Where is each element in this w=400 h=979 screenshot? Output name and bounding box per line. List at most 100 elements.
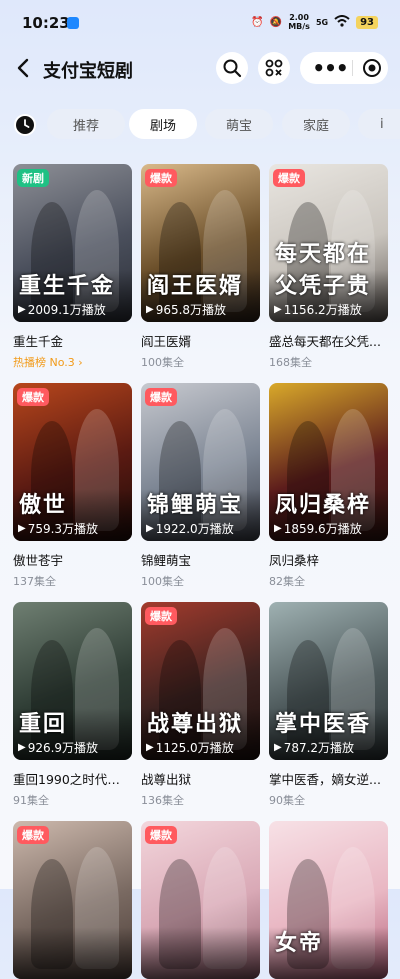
- history-button[interactable]: [14, 114, 36, 136]
- play-icon: ▶: [18, 523, 26, 534]
- drama-badge: 爆款: [145, 169, 177, 187]
- tab-family[interactable]: 家庭: [282, 109, 350, 139]
- more-dots-icon: •••: [312, 56, 348, 80]
- drama-card[interactable]: 阎王医婿 爆款 ▶ 965.8万播放 阎王医婿 100集全: [141, 164, 260, 370]
- episode-count: 91集全: [13, 792, 132, 808]
- search-icon: [223, 59, 242, 78]
- drama-poster[interactable]: 爆款: [141, 821, 260, 979]
- status-time: 10:23: [22, 14, 70, 32]
- drama-title: 凤归桑梓: [269, 553, 320, 568]
- play-icon: ▶: [146, 304, 154, 315]
- drama-poster[interactable]: 重回 ▶ 926.9万播放: [13, 602, 132, 760]
- speed-unit: MB/s: [288, 22, 310, 31]
- drama-title: 掌中医香，嫡女逆...: [269, 772, 381, 787]
- poster-title-art: 阎王医婿: [147, 274, 244, 299]
- play-icon: ▶: [146, 523, 154, 534]
- miniapp-capsule: •••: [300, 52, 388, 84]
- poster-title-art: 重生千金: [19, 274, 116, 299]
- drama-card[interactable]: 爆款: [141, 821, 260, 979]
- drama-card[interactable]: 凤归桑梓 ▶ 1859.6万播放 凤归桑梓 82集全: [269, 383, 388, 589]
- play-count: ▶ 2009.1万播放: [18, 301, 106, 318]
- play-count-text: 1125.0万播放: [155, 741, 234, 755]
- drama-poster[interactable]: 傲世 爆款 ▶ 759.3万播放: [13, 383, 132, 541]
- play-icon: ▶: [18, 742, 26, 753]
- hot-rank-label[interactable]: 热播榜 No.3 ›: [13, 354, 132, 370]
- sub-text: 136集全: [141, 794, 184, 807]
- category-tabs: 推荐 剧场 萌宝 家庭 i: [0, 108, 400, 142]
- drama-poster[interactable]: 爆款: [13, 821, 132, 979]
- play-icon: ▶: [274, 523, 282, 534]
- drama-title: 战尊出狱: [141, 772, 192, 787]
- drama-card[interactable]: 锦鲤萌宝 爆款 ▶ 1922.0万播放 锦鲤萌宝 100集全: [141, 383, 260, 589]
- drama-poster[interactable]: 凤归桑梓 ▶ 1859.6万播放: [269, 383, 388, 541]
- close-miniapp-button[interactable]: [358, 52, 386, 84]
- drama-poster[interactable]: 锦鲤萌宝 爆款 ▶ 1922.0万播放: [141, 383, 260, 541]
- page-title: 支付宝短剧: [43, 61, 133, 82]
- drama-badge: 爆款: [145, 388, 177, 406]
- drama-card[interactable]: 重生千金 新剧 ▶ 2009.1万播放 重生千金热播榜 No.3 ›: [13, 164, 132, 370]
- back-button[interactable]: [12, 56, 36, 80]
- play-count: ▶ 926.9万播放: [18, 739, 98, 756]
- play-count-text: 1922.0万播放: [155, 522, 234, 536]
- poster-title-art: 重回: [19, 712, 68, 737]
- sub-text: 137集全: [13, 575, 56, 588]
- more-button[interactable]: •••: [312, 52, 348, 84]
- status-bar: 10:23 ⏰ 🔕 2.00 MB/s 5G 93: [0, 0, 400, 44]
- drama-card[interactable]: 每天都在父凭子贵 爆款 ▶ 1156.2万播放 盛总每天都在父凭... 168集全: [269, 164, 388, 370]
- drama-card[interactable]: 女帝: [269, 821, 388, 979]
- speed-value: 2.00: [289, 13, 309, 22]
- scan-icon: [265, 59, 283, 77]
- status-icons: ⏰ 🔕 2.00 MB/s 5G 93: [251, 13, 378, 31]
- drama-poster[interactable]: 战尊出狱 爆款 ▶ 1125.0万播放: [141, 602, 260, 760]
- sub-text: 168集全: [269, 356, 312, 369]
- play-count-text: 965.8万播放: [155, 303, 227, 317]
- play-count: ▶ 1156.2万播放: [274, 301, 362, 318]
- drama-title: 重回1990之时代之王: [13, 772, 132, 787]
- play-icon: ▶: [146, 742, 154, 753]
- sub-text: 100集全: [141, 356, 184, 369]
- play-count-text: 926.9万播放: [27, 741, 99, 755]
- drama-card[interactable]: 重回 ▶ 926.9万播放重回1990之时代之王 91集全: [13, 602, 132, 808]
- tab-cute-baby[interactable]: 萌宝: [205, 109, 273, 139]
- drama-poster[interactable]: 掌中医香 ▶ 787.2万播放: [269, 602, 388, 760]
- drama-poster[interactable]: 重生千金 新剧 ▶ 2009.1万播放: [13, 164, 132, 322]
- drama-card[interactable]: 爆款: [13, 821, 132, 979]
- sub-text: 90集全: [269, 794, 305, 807]
- search-button[interactable]: [216, 52, 248, 84]
- play-count: ▶ 1125.0万播放: [146, 739, 234, 756]
- drama-badge: 爆款: [17, 826, 49, 844]
- drama-badge: 爆款: [145, 607, 177, 625]
- top-nav-bar: 支付宝短剧 •••: [0, 48, 400, 92]
- drama-card[interactable]: 战尊出狱 爆款 ▶ 1125.0万播放 战尊出狱 136集全: [141, 602, 260, 808]
- play-count: ▶ 1922.0万播放: [146, 520, 234, 537]
- target-icon: [363, 59, 381, 77]
- tab-theater[interactable]: 剧场: [129, 109, 197, 139]
- episode-count: 168集全: [269, 354, 388, 370]
- episode-count: 90集全: [269, 792, 388, 808]
- poster-title-art: 女帝: [275, 931, 324, 956]
- drama-poster[interactable]: 每天都在父凭子贵 爆款 ▶ 1156.2万播放: [269, 164, 388, 322]
- sub-text: 91集全: [13, 794, 49, 807]
- poster-title-art: 每天都在父凭子贵: [275, 242, 372, 299]
- poster-shade: [141, 927, 260, 979]
- tab-more[interactable]: i: [358, 109, 400, 139]
- drama-card[interactable]: 傲世 爆款 ▶ 759.3万播放 傲世苍宇 137集全: [13, 383, 132, 589]
- play-count: ▶ 759.3万播放: [18, 520, 98, 537]
- drama-badge: 爆款: [145, 826, 177, 844]
- notification-app-icon: [67, 17, 79, 29]
- play-count-text: 787.2万播放: [283, 741, 355, 755]
- drama-title: 锦鲤萌宝: [141, 553, 192, 568]
- episode-count: 137集全: [13, 573, 132, 589]
- battery-indicator: 93: [356, 15, 378, 29]
- drama-card[interactable]: 掌中医香 ▶ 787.2万播放掌中医香，嫡女逆... 90集全: [269, 602, 388, 808]
- tab-recommend[interactable]: 推荐: [47, 109, 125, 139]
- scan-button[interactable]: [258, 52, 290, 84]
- poster-title-art: 凤归桑梓: [275, 493, 372, 518]
- sub-text: 100集全: [141, 575, 184, 588]
- drama-poster[interactable]: 女帝: [269, 821, 388, 979]
- drama-poster[interactable]: 阎王医婿 爆款 ▶ 965.8万播放: [141, 164, 260, 322]
- play-count: ▶ 787.2万播放: [274, 739, 354, 756]
- signal-5g: 5G: [315, 17, 329, 27]
- drama-title: 阎王医婿: [141, 334, 192, 349]
- play-icon: ▶: [274, 742, 282, 753]
